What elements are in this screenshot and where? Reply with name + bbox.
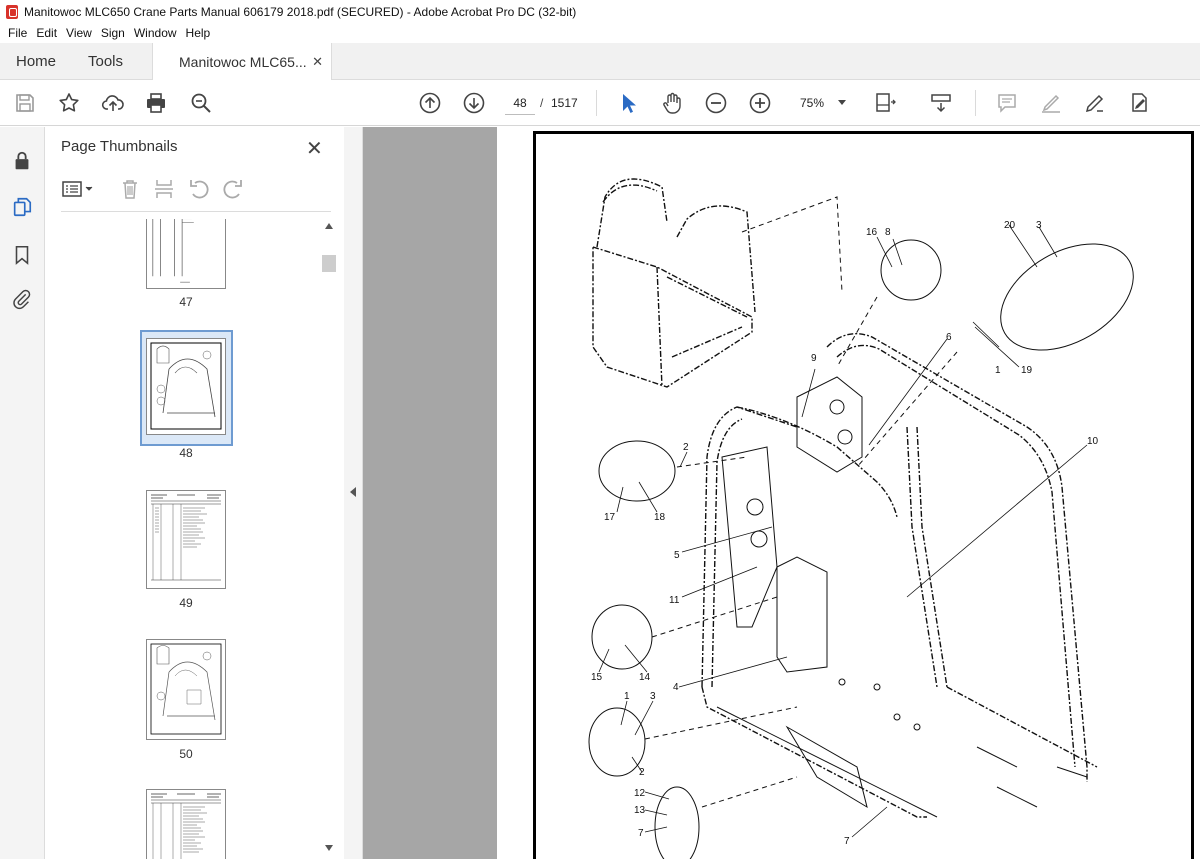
rotate-left-icon[interactable]: [187, 177, 211, 201]
thumbnail-panel: Page Thumbnails ✕ 47 48 49 50: [45, 127, 363, 859]
thumbnail-label: 49: [179, 596, 193, 610]
thumbnail-label: 47: [179, 295, 193, 309]
fit-page-icon[interactable]: [873, 91, 897, 115]
star-icon[interactable]: [57, 91, 81, 115]
callout-label: 9: [811, 353, 817, 364]
zoom-select[interactable]: 75%: [790, 91, 850, 115]
callout-label: 19: [1021, 365, 1033, 376]
tab-document-label: Manitowoc MLC65...: [179, 54, 307, 70]
lock-icon[interactable]: [10, 149, 34, 173]
hand-icon[interactable]: [660, 91, 684, 115]
thumbnail-scrollbar[interactable]: [321, 219, 337, 859]
select-cursor-icon[interactable]: [616, 91, 640, 115]
menu-window[interactable]: Window: [134, 26, 177, 40]
callout-label: 6: [946, 332, 952, 343]
menu-help[interactable]: Help: [186, 26, 211, 40]
callout-label: 3: [650, 691, 656, 702]
scroll-thumb[interactable]: [322, 255, 336, 272]
callout-label: 2: [639, 767, 645, 778]
panel-toolbar: [61, 177, 331, 201]
callout-label: 15: [591, 672, 603, 683]
panel-collapse-handle[interactable]: [344, 127, 363, 859]
callout-label: 7: [638, 828, 644, 839]
collapse-left-icon[interactable]: [350, 487, 356, 497]
menu-file[interactable]: File: [8, 26, 27, 40]
callout-label: 18: [654, 512, 666, 523]
tab-document[interactable]: Manitowoc MLC65... ✕: [152, 43, 332, 81]
save-icon[interactable]: [13, 91, 37, 115]
zoom-in-icon[interactable]: [748, 91, 772, 115]
print-icon[interactable]: [144, 91, 168, 115]
delete-page-icon[interactable]: [118, 177, 142, 201]
menu-bar: File Edit View Sign Window Help: [0, 23, 1200, 43]
thumbnail-label: 48: [179, 446, 193, 460]
attachment-icon[interactable]: [10, 287, 34, 311]
tab-bar: Home Tools Manitowoc MLC65... ✕: [0, 43, 1200, 81]
search-zoom-icon[interactable]: [189, 91, 213, 115]
thumbnail-page-selected[interactable]: [146, 338, 226, 435]
callout-label: 3: [1036, 220, 1042, 231]
page-separator: /: [540, 96, 544, 110]
scroll-mode-icon[interactable]: [929, 91, 953, 115]
close-tab-icon[interactable]: ✕: [312, 54, 323, 70]
thumbnail-page[interactable]: [146, 490, 226, 589]
callout-label: 16: [866, 227, 878, 238]
page-up-icon[interactable]: [418, 91, 442, 115]
fill-sign-icon[interactable]: [1127, 91, 1151, 115]
callout-label: 10: [1087, 436, 1099, 447]
thumbnail-list: 47 48 49 50: [45, 219, 321, 859]
callout-label: 13: [634, 805, 646, 816]
callout-label: 1: [624, 691, 630, 702]
callout-label: 17: [604, 512, 616, 523]
zoom-value: 75%: [800, 96, 825, 110]
title-bar: Manitowoc MLC650 Crane Parts Manual 6061…: [0, 0, 1200, 23]
tab-tools[interactable]: Tools: [88, 43, 123, 80]
parts-drawing: 16 8 20 3 6 9 1 19 10 2 17 18 5 11 15 14…: [588, 178, 1134, 859]
callout-label: 12: [634, 788, 646, 799]
upload-icon[interactable]: [101, 91, 125, 115]
callout-label: 5: [674, 550, 680, 561]
thumbnail-label: 50: [179, 747, 193, 761]
options-menu-icon[interactable]: [61, 177, 95, 201]
document-viewport[interactable]: 16 8 20 3 6 9 1 19 10 2 17 18 5 11 15 14…: [363, 127, 1200, 859]
menu-sign[interactable]: Sign: [101, 26, 125, 40]
callout-label: 4: [673, 682, 679, 693]
menu-view[interactable]: View: [66, 26, 92, 40]
page-down-icon[interactable]: [462, 91, 486, 115]
callout-label: 1: [995, 365, 1001, 376]
panel-title: Page Thumbnails: [61, 138, 178, 155]
callout-label: 11: [669, 595, 680, 606]
extract-page-icon[interactable]: [152, 177, 176, 201]
thumbnail-page[interactable]: [146, 219, 226, 289]
toolbar: [0, 80, 1200, 126]
tab-home[interactable]: Home: [16, 43, 56, 80]
callout-label: 2: [683, 442, 689, 453]
chevron-down-icon: [838, 100, 846, 105]
page-total: 1517: [551, 96, 578, 110]
callout-label: 20: [1004, 220, 1016, 231]
scroll-up-icon[interactable]: [325, 223, 333, 229]
highlight-icon[interactable]: [1039, 91, 1063, 115]
thumbnail-page[interactable]: [146, 639, 226, 740]
scroll-down-icon[interactable]: [325, 845, 333, 851]
rotate-right-icon[interactable]: [221, 177, 245, 201]
bookmark-icon[interactable]: [10, 243, 34, 267]
page-number-input[interactable]: 48: [505, 91, 535, 115]
callout-label: 8: [885, 227, 891, 238]
thumbnail-page[interactable]: [146, 789, 226, 859]
window-title: Manitowoc MLC650 Crane Parts Manual 6061…: [24, 4, 577, 19]
page-thumbnails-icon[interactable]: [10, 195, 34, 219]
comment-icon[interactable]: [995, 91, 1019, 115]
callout-label: 14: [639, 672, 651, 683]
acrobat-icon: [6, 4, 18, 19]
close-icon[interactable]: ✕: [306, 136, 323, 161]
zoom-out-icon[interactable]: [704, 91, 728, 115]
callout-label: 7: [844, 836, 850, 847]
pdf-page: 16 8 20 3 6 9 1 19 10 2 17 18 5 11 15 14…: [497, 127, 1200, 859]
sign-icon[interactable]: [1083, 91, 1107, 115]
left-rail: [0, 127, 45, 859]
menu-edit[interactable]: Edit: [36, 26, 57, 40]
